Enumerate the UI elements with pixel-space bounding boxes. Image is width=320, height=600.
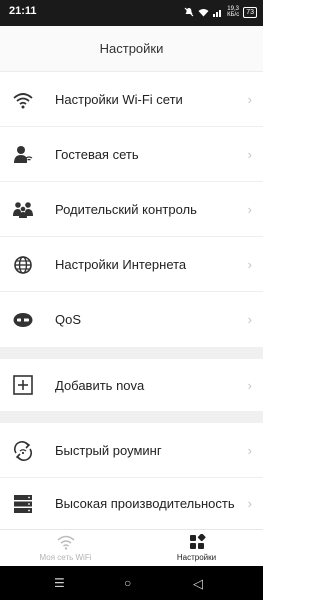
- roaming-icon: [13, 441, 33, 461]
- add-box-icon: [13, 375, 33, 395]
- app-header: Настройки: [0, 26, 263, 72]
- battery-indicator: 73: [243, 6, 257, 18]
- guest-user-icon: [14, 146, 33, 163]
- network-speed: 19,3 КБ/с: [227, 6, 240, 18]
- menu-item-label: Высокая производительность: [55, 496, 235, 511]
- menu-item-label: Родительский контроль: [55, 201, 197, 217]
- menu-item-parental-control[interactable]: Родительский контроль ›: [0, 182, 263, 237]
- globe-icon: [14, 256, 32, 274]
- section-divider: [0, 411, 263, 423]
- menu-nav-icon[interactable]: ☰: [54, 576, 65, 590]
- home-nav-icon[interactable]: ○: [124, 576, 131, 590]
- menu-item-label: QoS: [55, 312, 82, 327]
- chevron-right-icon: ›: [247, 312, 252, 327]
- chevron-right-icon: ›: [247, 201, 252, 217]
- server-icon: [14, 495, 32, 513]
- mute-bell-icon: [184, 7, 194, 17]
- tab-label: Моя сеть WiFi: [39, 553, 92, 562]
- menu-item-high-performance[interactable]: Высокая производительность ›: [0, 478, 263, 529]
- menu-item-add-nova[interactable]: Добавить nova ›: [0, 359, 263, 411]
- back-nav-icon[interactable]: ◁: [193, 576, 203, 592]
- chevron-right-icon: ›: [247, 91, 252, 107]
- menu-item-fast-roaming[interactable]: Быстрый роуминг ›: [0, 423, 263, 478]
- menu-item-label: Добавить nova: [55, 377, 145, 393]
- qos-icon: [13, 313, 33, 327]
- chevron-right-icon: ›: [247, 256, 252, 272]
- menu-item-qos[interactable]: QoS ›: [0, 292, 263, 347]
- bottom-tab-bar: Моя сеть WiFi Настройки: [0, 529, 263, 566]
- section-divider: [0, 347, 263, 359]
- system-navigation-bar: ☰ ○ ◁: [0, 566, 263, 600]
- chevron-right-icon: ›: [247, 496, 252, 511]
- wifi-status-icon: [198, 8, 209, 16]
- menu-item-internet-settings[interactable]: Настройки Интернета ›: [0, 237, 263, 292]
- chevron-right-icon: ›: [247, 146, 252, 162]
- menu-item-guest-network[interactable]: Гостевая сеть ›: [0, 127, 263, 182]
- chevron-right-icon: ›: [247, 377, 252, 393]
- settings-grid-icon: [189, 534, 206, 549]
- menu-item-wifi-settings[interactable]: Настройки Wi-Fi сети ›: [0, 72, 263, 127]
- tab-settings[interactable]: Настройки: [131, 530, 262, 567]
- tab-my-wifi[interactable]: Моя сеть WiFi: [0, 530, 131, 567]
- menu-item-label: Настройки Wi-Fi сети: [55, 91, 183, 107]
- wifi-tab-icon: [57, 535, 74, 550]
- page-title: Настройки: [99, 41, 164, 56]
- signal-icon: [213, 9, 222, 17]
- menu-item-label: Быстрый роуминг: [55, 442, 162, 458]
- menu-item-label: Гостевая сеть: [55, 146, 139, 162]
- menu-item-label: Настройки Интернета: [55, 256, 187, 272]
- status-time: 21:11: [9, 5, 37, 17]
- chevron-right-icon: ›: [247, 442, 252, 458]
- parental-control-icon: [13, 202, 33, 218]
- status-bar: 21:11 19,3 КБ/с 73: [0, 0, 263, 26]
- wifi-icon: [13, 93, 33, 109]
- tab-label: Настройки: [176, 553, 217, 562]
